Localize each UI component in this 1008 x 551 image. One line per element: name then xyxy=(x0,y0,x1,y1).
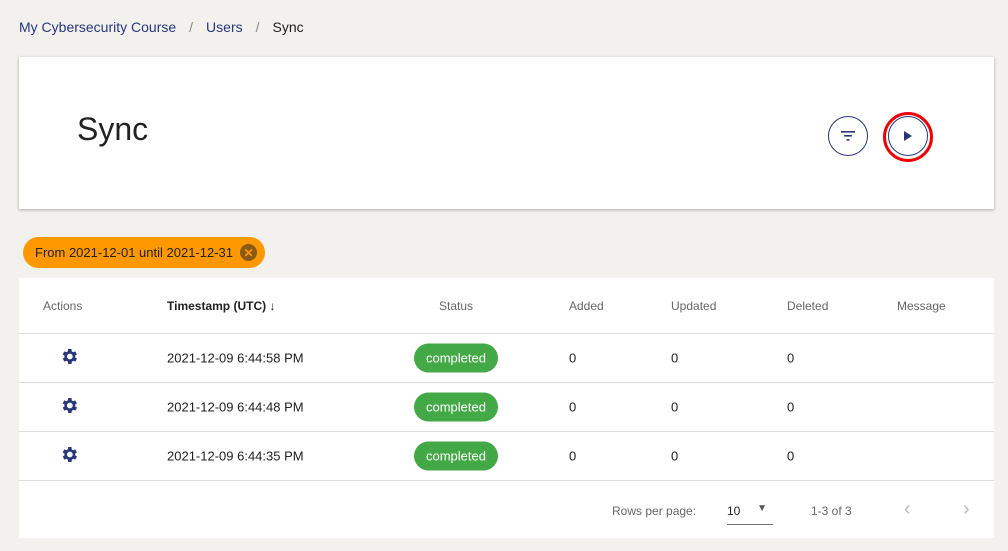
date-filter-chip[interactable]: From 2021-12-01 until 2021-12-31 ✕ xyxy=(23,237,265,268)
filter-button[interactable] xyxy=(828,116,868,156)
table-header: Actions Timestamp (UTC) ↓ Status Added U… xyxy=(19,278,994,334)
gear-icon xyxy=(62,349,77,364)
added-cell: 0 xyxy=(569,448,577,464)
date-filter-label: From 2021-12-01 until 2021-12-31 xyxy=(35,245,234,260)
arrow-down-icon: ↓ xyxy=(269,298,276,313)
gear-icon xyxy=(62,398,77,413)
col-message: Message xyxy=(897,298,946,313)
timestamp-cell: 2021-12-09 6:44:58 PM xyxy=(167,350,304,366)
pagination: Rows per page: 10 ▼ 1-3 of 3 ‹ › xyxy=(19,480,994,538)
next-page-button[interactable]: › xyxy=(963,498,970,521)
page-range: 1-3 of 3 xyxy=(811,504,852,518)
breadcrumb: My Cybersecurity Course / Users / Sync xyxy=(19,19,304,35)
breadcrumb-separator: / xyxy=(189,19,194,35)
close-icon[interactable]: ✕ xyxy=(240,244,257,261)
updated-cell: 0 xyxy=(671,399,679,415)
col-timestamp[interactable]: Timestamp (UTC) ↓ xyxy=(167,299,275,313)
sync-table: Actions Timestamp (UTC) ↓ Status Added U… xyxy=(19,278,994,538)
col-deleted: Deleted xyxy=(787,298,829,313)
settings-button[interactable] xyxy=(59,445,79,468)
deleted-cell: 0 xyxy=(787,350,795,366)
status-badge: completed xyxy=(414,392,498,422)
run-sync-button[interactable] xyxy=(888,116,928,156)
timestamp-cell: 2021-12-09 6:44:35 PM xyxy=(167,448,304,464)
col-timestamp-label: Timestamp (UTC) xyxy=(167,298,267,313)
breadcrumb-separator: / xyxy=(255,19,260,35)
prev-page-button[interactable]: ‹ xyxy=(904,498,911,521)
rows-per-page-label: Rows per page: xyxy=(612,504,697,518)
col-actions: Actions xyxy=(43,298,83,313)
caret-down-icon: ▼ xyxy=(757,503,767,514)
col-status: Status xyxy=(439,298,474,313)
gear-icon xyxy=(62,447,77,462)
status-badge: completed xyxy=(414,343,498,373)
rows-per-page-value: 10 xyxy=(727,504,741,518)
status-badge: completed xyxy=(414,441,498,471)
deleted-cell: 0 xyxy=(787,399,795,415)
updated-cell: 0 xyxy=(671,350,679,366)
header-card: Sync xyxy=(19,57,994,209)
settings-button[interactable] xyxy=(59,396,79,419)
col-added: Added xyxy=(569,298,604,313)
deleted-cell: 0 xyxy=(787,448,795,464)
table-row: 2021-12-09 6:44:58 PM completed 0 0 0 xyxy=(19,334,994,383)
page-title: Sync xyxy=(77,111,149,147)
table-row: 2021-12-09 6:44:48 PM completed 0 0 0 xyxy=(19,383,994,432)
breadcrumb-course[interactable]: My Cybersecurity Course xyxy=(19,19,176,35)
breadcrumb-users[interactable]: Users xyxy=(206,19,243,35)
added-cell: 0 xyxy=(569,350,577,366)
settings-button[interactable] xyxy=(59,347,79,370)
col-updated: Updated xyxy=(671,298,717,313)
filter-icon xyxy=(841,131,855,141)
timestamp-cell: 2021-12-09 6:44:48 PM xyxy=(167,399,304,415)
breadcrumb-current: Sync xyxy=(272,19,304,35)
rows-per-page-select[interactable]: 10 ▼ xyxy=(727,498,773,525)
updated-cell: 0 xyxy=(671,448,679,464)
table-row: 2021-12-09 6:44:35 PM completed 0 0 0 xyxy=(19,432,994,481)
added-cell: 0 xyxy=(569,399,577,415)
play-icon xyxy=(904,131,912,141)
